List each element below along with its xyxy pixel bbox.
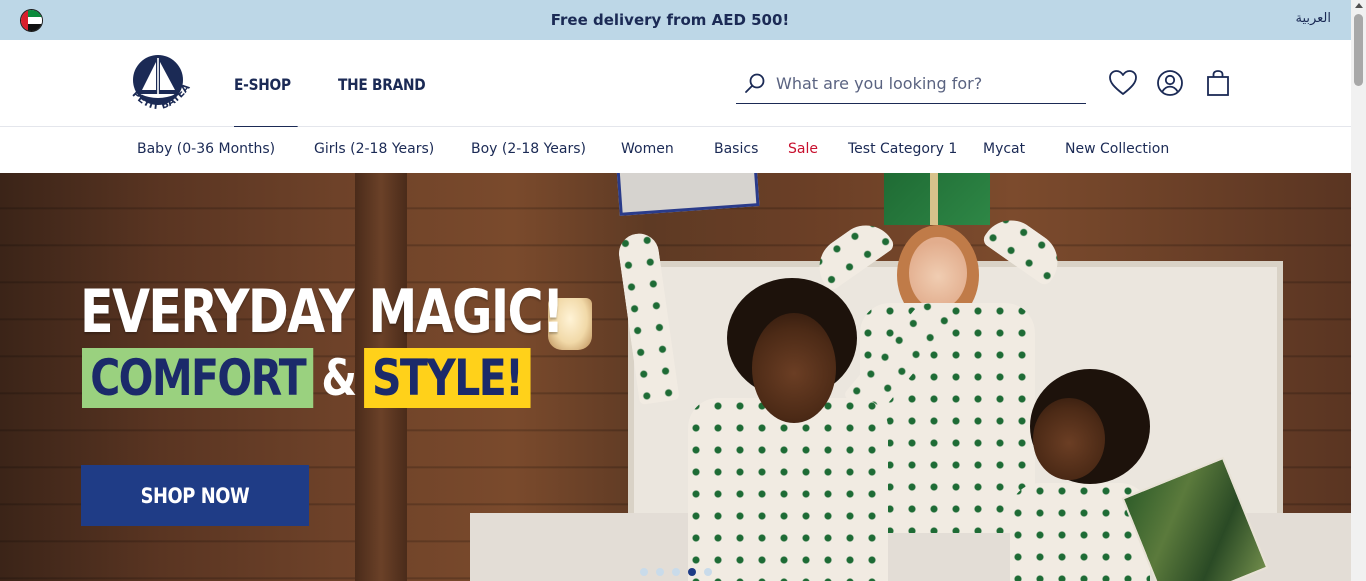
- cat-sale[interactable]: Sale: [788, 141, 818, 157]
- woman-face: [909, 237, 967, 309]
- carousel-dot-4[interactable]: [688, 568, 696, 576]
- hero-sub-style: STYLE!: [363, 348, 531, 408]
- site-header: PETIT BATEAU E-SHOP THE BRAND: [0, 40, 1351, 128]
- shop-now-label: SHOP NOW: [140, 483, 250, 508]
- nav-the-brand[interactable]: THE BRAND: [338, 40, 426, 127]
- cat-mycat[interactable]: Mycat: [983, 141, 1025, 157]
- carousel-dots: [640, 568, 712, 576]
- promo-text: Free delivery from AED 500!: [550, 11, 790, 29]
- promo-bar: Free delivery from AED 500! العربية: [0, 0, 1351, 40]
- gift-box-green: [884, 173, 990, 225]
- hero-banner[interactable]: EVERYDAY MAGIC! COMFORT & STYLE! SHOP NO…: [0, 173, 1351, 581]
- main-nav: E-SHOP THE BRAND: [234, 40, 440, 128]
- search-bar: [736, 62, 1086, 104]
- search-icon[interactable]: [744, 72, 766, 94]
- cat-girls[interactable]: Girls (2-18 Years): [314, 141, 434, 157]
- user-icon[interactable]: [1155, 68, 1185, 98]
- shop-now-button[interactable]: SHOP NOW: [81, 465, 309, 526]
- carousel-dot-2[interactable]: [656, 568, 664, 576]
- carousel-dot-1[interactable]: [640, 568, 648, 576]
- category-nav: Baby (0-36 Months) Girls (2-18 Years) Bo…: [0, 127, 1351, 173]
- hero-sub-amp: &: [321, 349, 357, 407]
- page-scrollbar[interactable]: [1351, 0, 1366, 581]
- cat-baby[interactable]: Baby (0-36 Months): [137, 141, 275, 157]
- cat-test-category-1[interactable]: Test Category 1: [848, 141, 957, 157]
- cat-boy[interactable]: Boy (2-18 Years): [471, 141, 586, 157]
- hero-headline: EVERYDAY MAGIC!: [80, 277, 564, 347]
- boat-logo-icon: PETIT BATEAU: [116, 40, 193, 112]
- toddler-face: [1033, 398, 1105, 480]
- boy-body: [688, 398, 888, 581]
- scroll-thumb[interactable]: [1354, 14, 1363, 86]
- shopping-bag-icon[interactable]: [1203, 68, 1233, 98]
- cat-basics[interactable]: Basics: [714, 141, 758, 157]
- cat-women[interactable]: Women: [621, 141, 674, 157]
- carousel-dot-3[interactable]: [672, 568, 680, 576]
- carousel-dot-5[interactable]: [704, 568, 712, 576]
- cat-new-collection[interactable]: New Collection: [1065, 141, 1169, 157]
- petit-bateau-logo[interactable]: PETIT BATEAU: [116, 40, 196, 120]
- hero-subheadline: COMFORT & STYLE!: [82, 348, 531, 408]
- search-input[interactable]: [776, 70, 1076, 96]
- hero-sub-comfort: COMFORT: [82, 348, 314, 408]
- scroll-up-arrow-icon[interactable]: [1355, 3, 1363, 8]
- heart-icon[interactable]: [1108, 68, 1138, 98]
- boy-face: [752, 313, 836, 423]
- nav-e-shop[interactable]: E-SHOP: [234, 40, 298, 128]
- language-switch-link[interactable]: العربية: [1295, 11, 1331, 26]
